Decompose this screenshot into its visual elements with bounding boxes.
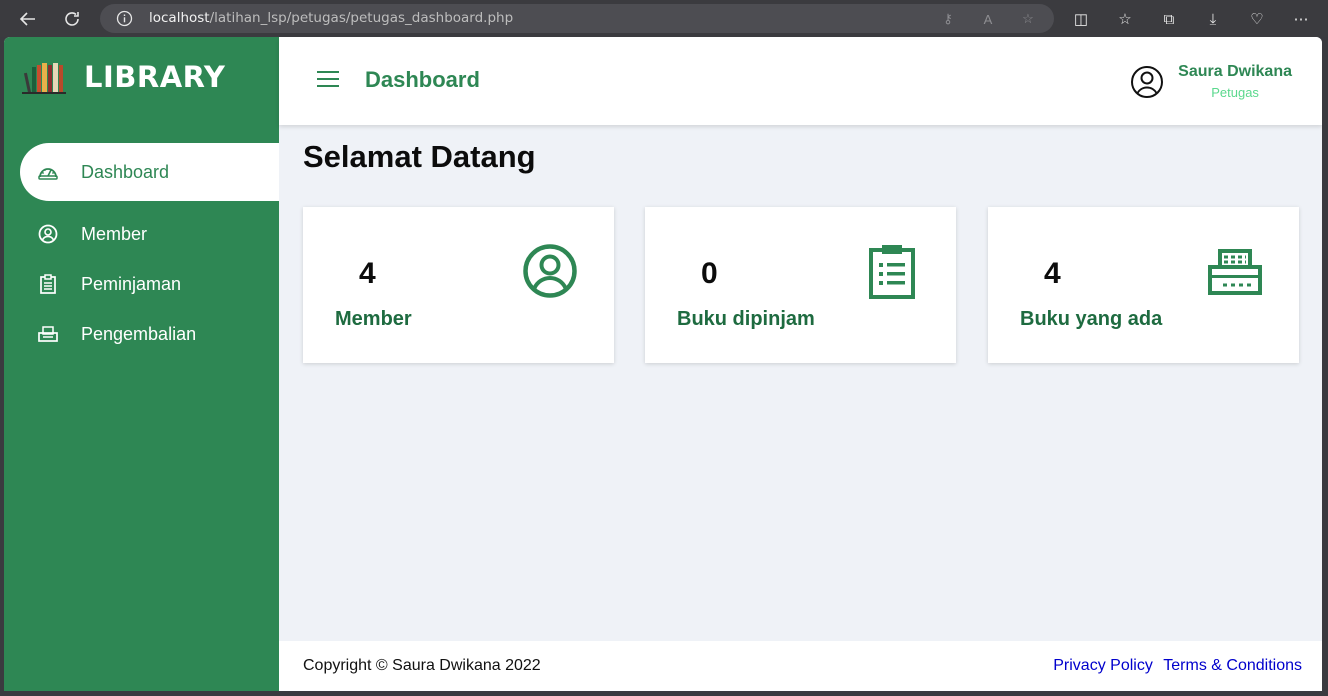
- welcome-heading: Selamat Datang: [303, 139, 536, 174]
- address-bar[interactable]: localhost/latihan_lsp/petugas/petugas_da…: [100, 4, 1054, 33]
- brand-name: LIBRARY: [84, 60, 226, 94]
- sidebar-item-peminjaman[interactable]: Peminjaman: [4, 259, 279, 309]
- key-icon[interactable]: ⚷: [938, 9, 958, 29]
- app-window: LIBRARY Dashboard Member Peminjaman Peng…: [4, 37, 1322, 691]
- url-text: localhost/latihan_lsp/petugas/petugas_da…: [149, 10, 514, 26]
- user-circle-icon: [38, 224, 58, 244]
- sidebar: LIBRARY Dashboard Member Peminjaman Peng…: [4, 37, 279, 691]
- sidebar-item-label: Pengembalian: [81, 323, 197, 344]
- browser-toolbar: localhost/latihan_lsp/petugas/petugas_da…: [0, 0, 1328, 37]
- stat-card-buku-yang-ada[interactable]: 4 Buku yang ada: [988, 207, 1299, 363]
- favorite-star-icon[interactable]: ☆: [1018, 9, 1038, 29]
- sidebar-item-label: Member: [81, 223, 148, 244]
- dashboard-icon: [38, 162, 58, 182]
- favorites-icon[interactable]: ☆: [1113, 7, 1137, 31]
- read-aloud-icon[interactable]: A: [978, 9, 998, 29]
- user-profile[interactable]: Saura Dwikana Petugas: [1130, 63, 1292, 100]
- card-count: 4: [1044, 257, 1061, 290]
- downloads-icon[interactable]: ⤓: [1201, 7, 1225, 31]
- sidebar-item-pengembalian[interactable]: Pengembalian: [4, 309, 279, 359]
- card-label: Buku yang ada: [1020, 308, 1163, 330]
- browser-essentials-icon[interactable]: ♡: [1245, 7, 1269, 31]
- printer-icon: [38, 324, 58, 344]
- reload-icon[interactable]: [60, 7, 84, 31]
- user-role: Petugas: [1211, 85, 1259, 100]
- sidebar-item-dashboard[interactable]: Dashboard: [20, 143, 279, 201]
- card-count: 0: [701, 257, 718, 290]
- info-icon[interactable]: [116, 10, 133, 27]
- clipboard-icon: [869, 245, 915, 299]
- stat-card-member[interactable]: 4 Member: [303, 207, 614, 363]
- clipboard-icon: [38, 274, 58, 294]
- brand[interactable]: LIBRARY: [20, 59, 225, 95]
- sidebar-menu: Dashboard Member Peminjaman Pengembalian: [4, 143, 279, 359]
- main-content: Selamat Datang 4 Member 0 Buku dipinjam …: [279, 125, 1322, 641]
- card-count: 4: [359, 257, 376, 290]
- privacy-policy-link[interactable]: Privacy Policy: [1053, 657, 1153, 674]
- card-label: Member: [335, 308, 412, 330]
- more-icon[interactable]: ⋯: [1289, 7, 1313, 31]
- card-label: Buku dipinjam: [677, 308, 815, 330]
- back-icon[interactable]: [16, 7, 40, 31]
- footer: Copyright © Saura Dwikana 2022 Privacy P…: [279, 641, 1322, 691]
- books-logo-icon: [22, 63, 66, 94]
- sidebar-item-label: Dashboard: [81, 161, 170, 182]
- split-screen-icon[interactable]: ◫: [1069, 7, 1093, 31]
- sidebar-item-member[interactable]: Member: [4, 209, 279, 259]
- user-name: Saura Dwikana: [1178, 63, 1292, 80]
- terms-conditions-link[interactable]: Terms & Conditions: [1163, 657, 1302, 674]
- hamburger-menu-icon[interactable]: [317, 70, 339, 88]
- top-header: Dashboard Saura Dwikana Petugas: [279, 37, 1322, 125]
- user-circle-icon: [523, 244, 577, 298]
- user-avatar-icon: [1131, 65, 1164, 98]
- copyright-text: Copyright © Saura Dwikana 2022: [303, 657, 541, 674]
- receipt-printer-icon: [1208, 249, 1262, 295]
- stat-card-buku-dipinjam[interactable]: 0 Buku dipinjam: [645, 207, 956, 363]
- collections-icon[interactable]: ⧉: [1157, 7, 1181, 31]
- footer-links: Privacy Policy Terms & Conditions: [1047, 657, 1302, 675]
- page-title: Dashboard: [365, 67, 480, 92]
- window-bottom-edge: [0, 691, 1328, 696]
- sidebar-item-label: Peminjaman: [81, 273, 182, 294]
